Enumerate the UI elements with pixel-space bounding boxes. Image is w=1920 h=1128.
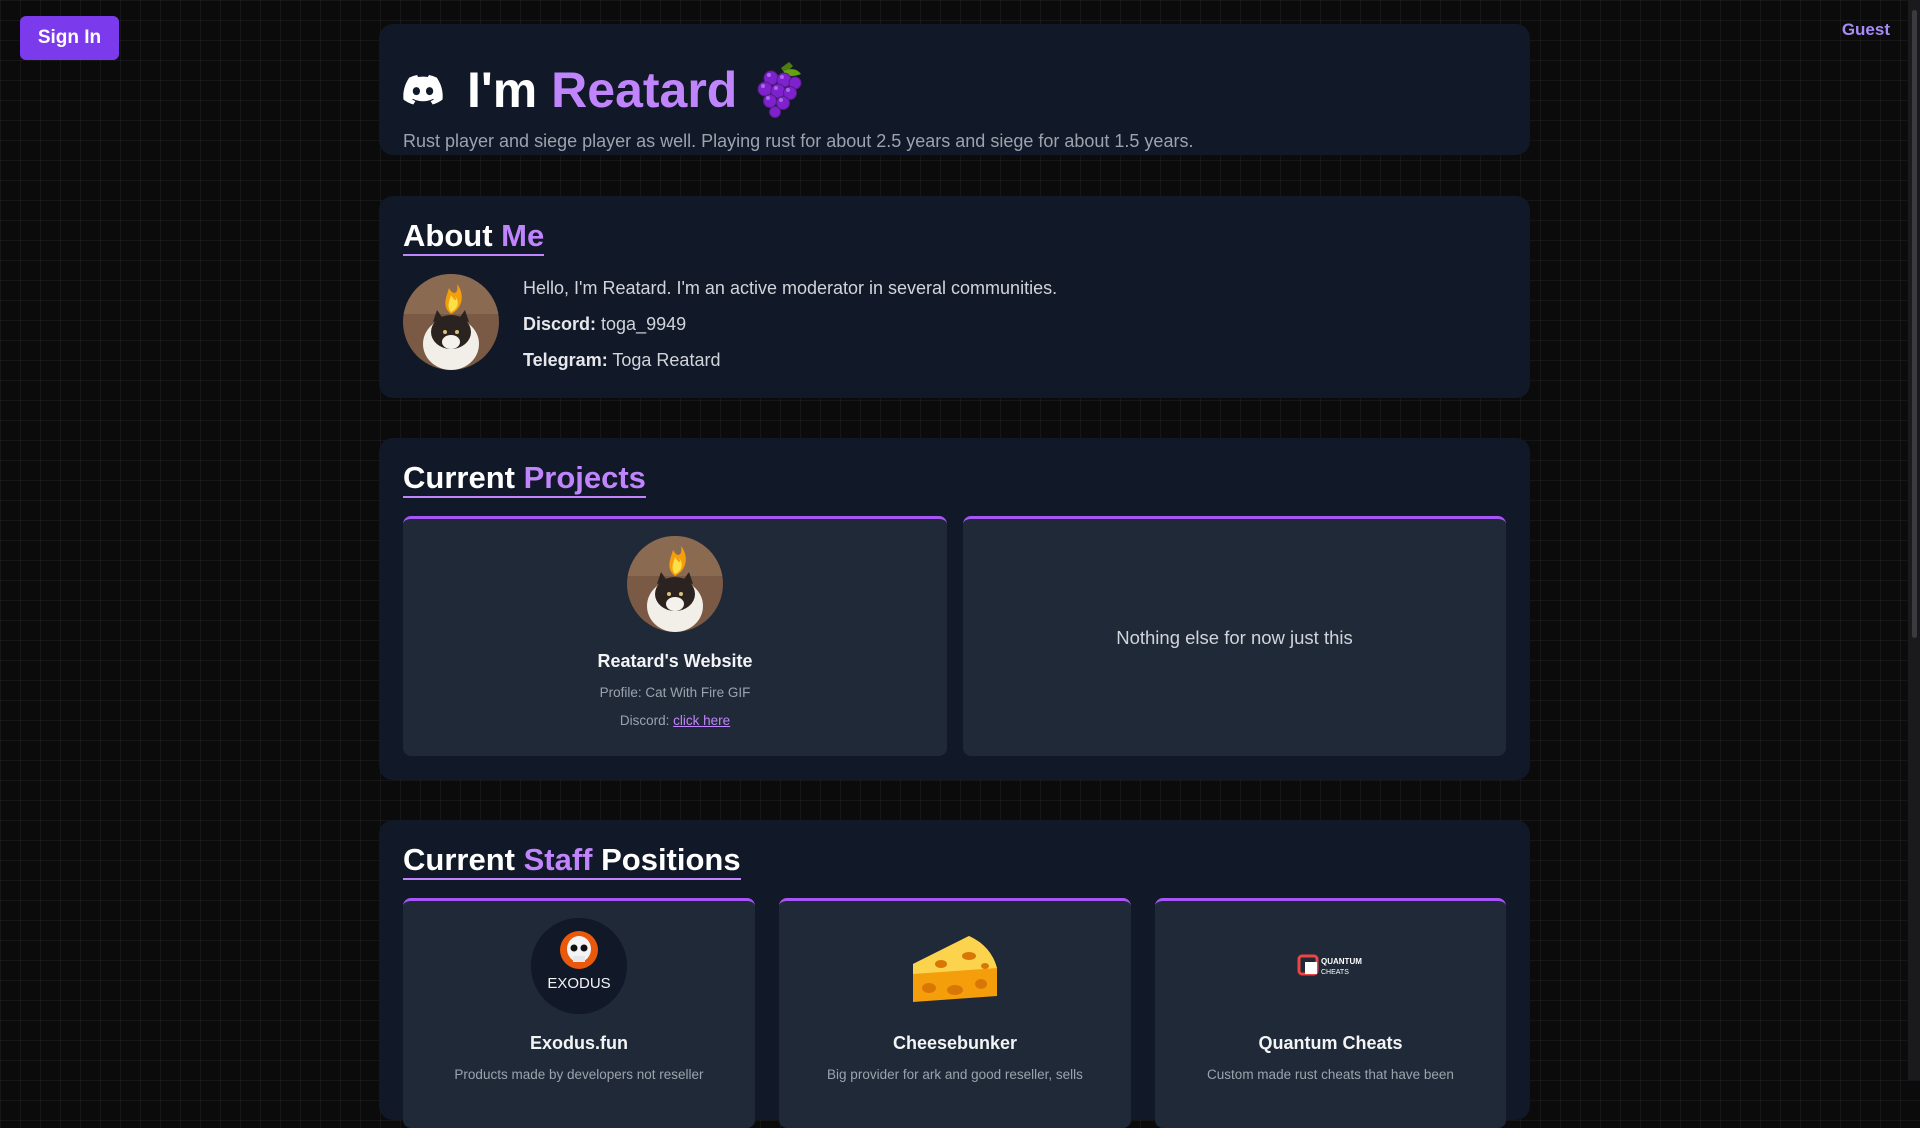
avatar	[403, 274, 499, 370]
staff-section: Current Staff Positions EXODUS Exodus.fu…	[379, 820, 1530, 1128]
page-title: I'm Reatard	[403, 62, 803, 118]
project-discord: Discord: click here	[403, 713, 947, 728]
cat-fire-image	[627, 536, 723, 632]
scrollbar[interactable]	[1908, 0, 1920, 1080]
discord-icon	[403, 75, 443, 105]
staff-title: Current Staff Positions	[403, 842, 741, 880]
cheese-logo	[907, 918, 1003, 1014]
title-name: Reatard	[551, 62, 738, 118]
project-avatar	[627, 536, 723, 632]
staff-name: Quantum Cheats	[1258, 1033, 1403, 1053]
hero-section: I'm Reatard Rust player and siege player…	[379, 24, 1530, 155]
projects-section: Current Projects Reatard's Website Profi…	[379, 438, 1530, 780]
about-section: About Me Hello, I'm Reatard. I'm an acti…	[379, 196, 1530, 398]
project-name: Reatard's Website	[597, 651, 753, 671]
staff-title-c: Positions	[601, 842, 741, 877]
discord-value: toga_9949	[601, 314, 687, 334]
skull-icon: EXODUS	[531, 918, 627, 1014]
about-title-b: Me	[501, 218, 545, 253]
user-label[interactable]: Guest	[1842, 20, 1890, 40]
grape-icon	[757, 62, 802, 118]
staff-title-b: Staff	[523, 842, 593, 877]
project-card-website: Reatard's Website Profile: Cat With Fire…	[403, 516, 947, 756]
discord-label: Discord:	[523, 314, 597, 334]
project-card-placeholder: Nothing else for now just this	[963, 516, 1506, 756]
staff-name: Cheesebunker	[892, 1033, 1018, 1053]
staff-title-a: Current	[403, 842, 515, 877]
projects-title-a: Current	[403, 460, 515, 495]
project-discord-label: Discord:	[619, 713, 670, 728]
about-discord: Discord: toga_9949	[523, 314, 686, 335]
staff-name: Exodus.fun	[530, 1033, 628, 1053]
scrollbar-thumb[interactable]	[1912, 10, 1917, 638]
telegram-label: Telegram:	[523, 350, 608, 370]
cat-fire-image	[403, 274, 499, 370]
cheese-icon	[913, 936, 997, 1002]
title-prefix: I'm	[467, 62, 538, 118]
quantum-logo: QUANTUM CHEATS	[1283, 918, 1379, 1014]
project-placeholder-text: Nothing else for now just this	[1116, 627, 1353, 648]
telegram-value: Toga Reatard	[612, 350, 721, 370]
project-discord-link[interactable]: click here	[673, 713, 730, 728]
quantum-icon: QUANTUM CHEATS	[1297, 954, 1362, 976]
about-telegram: Telegram: Toga Reatard	[523, 350, 720, 371]
about-title: About Me	[403, 218, 545, 256]
about-title-a: About	[403, 218, 493, 253]
projects-title: Current Projects	[403, 460, 646, 498]
staff-card-cheesebunker: Cheesebunker Big provider for ark and go…	[779, 898, 1131, 1128]
project-profile: Profile: Cat With Fire GIF	[599, 685, 751, 700]
hero-subtitle: Rust player and siege player as well. Pl…	[403, 131, 1194, 151]
quantum-logo-text-2: CHEATS	[1321, 969, 1349, 976]
projects-title-b: Projects	[523, 460, 646, 495]
staff-card-exodus: EXODUS Exodus.fun Products made by devel…	[403, 898, 755, 1128]
exodus-logo: EXODUS	[531, 918, 627, 1014]
sign-in-button[interactable]: Sign In	[20, 16, 119, 60]
staff-card-quantum: QUANTUM CHEATS Quantum Cheats Custom mad…	[1155, 898, 1506, 1128]
quantum-logo-text-1: QUANTUM	[1321, 957, 1362, 966]
exodus-logo-text: EXODUS	[547, 975, 610, 992]
about-intro: Hello, I'm Reatard. I'm an active modera…	[523, 278, 1058, 298]
